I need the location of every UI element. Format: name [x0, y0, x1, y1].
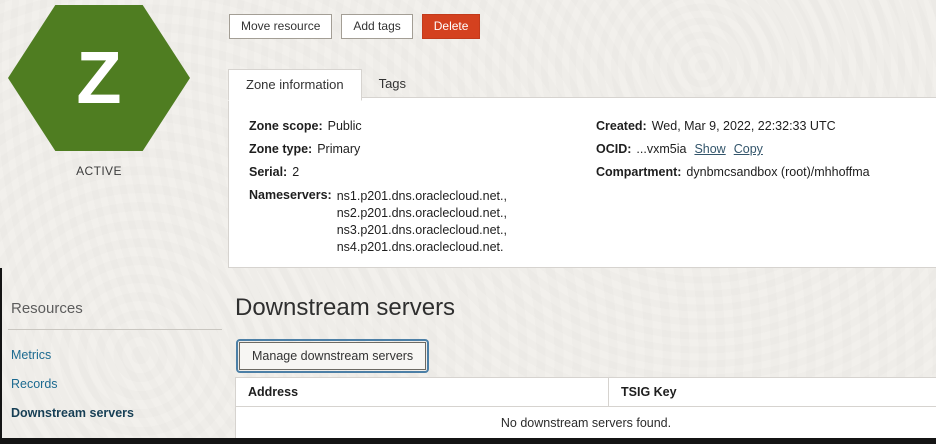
zone-details-page: Z ACTIVE Move resource Add tags Delete Z…	[0, 0, 936, 444]
zone-type-row: Zone type: Primary	[249, 142, 596, 156]
ocid-label: OCID:	[596, 142, 632, 156]
table-header-row: Address TSIG Key	[235, 377, 936, 406]
ocid-copy-link[interactable]: Copy	[734, 142, 763, 156]
zone-letter: Z	[76, 36, 122, 119]
resources-divider	[8, 329, 222, 330]
delete-button[interactable]: Delete	[421, 14, 481, 40]
sidebar-item-records[interactable]: Records	[11, 377, 134, 391]
nameservers-row: Nameservers: ns1.p201.dns.oraclecloud.ne…	[249, 188, 596, 256]
ocid-show-link[interactable]: Show	[694, 142, 725, 156]
table-empty-message: No downstream servers found.	[235, 406, 936, 441]
zone-info-left-column: Zone scope: Public Zone type: Primary Se…	[249, 119, 596, 267]
nameserver-line: ns2.p201.dns.oraclecloud.net.,	[336, 206, 507, 220]
ocid-value: ...vxm5ia	[636, 142, 687, 156]
nameservers-value: ns1.p201.dns.oraclecloud.net., ns2.p201.…	[337, 188, 507, 256]
compartment-row: Compartment: dynbmcsandbox (root)/mhhoff…	[596, 165, 936, 179]
zone-type-value: Primary	[317, 142, 361, 156]
window-left-edge	[0, 268, 2, 444]
zone-status-hexagon-icon: Z	[8, 5, 190, 151]
created-value: Wed, Mar 9, 2022, 22:32:33 UTC	[651, 119, 836, 133]
window-bottom-edge	[0, 438, 936, 444]
zone-info-right-column: Created: Wed, Mar 9, 2022, 22:32:33 UTC …	[596, 119, 936, 267]
move-resource-button[interactable]: Move resource	[229, 14, 333, 40]
compartment-value: dynbmcsandbox (root)/mhhoffma	[686, 165, 870, 179]
add-tags-button[interactable]: Add tags	[341, 14, 413, 40]
resources-list: Metrics Records Downstream servers	[11, 348, 134, 420]
zone-information-panel: Zone scope: Public Zone type: Primary Se…	[228, 97, 936, 268]
status-badge: ACTIVE	[76, 164, 122, 178]
compartment-label: Compartment:	[596, 165, 682, 179]
nameserver-line: ns1.p201.dns.oraclecloud.net.,	[336, 189, 507, 203]
tab-tags[interactable]: Tags	[362, 69, 423, 100]
tab-zone-information[interactable]: Zone information	[228, 69, 362, 101]
zone-scope-row: Zone scope: Public	[249, 119, 596, 133]
serial-row: Serial: 2	[249, 165, 596, 179]
manage-downstream-focus-ring: Manage downstream servers	[236, 339, 430, 373]
column-header-address: Address	[248, 385, 299, 399]
nameserver-line: ns3.p201.dns.oraclecloud.net.,	[336, 223, 507, 237]
page-title: Downstream servers	[235, 294, 456, 321]
serial-label: Serial:	[249, 165, 288, 179]
zone-scope-value: Public	[327, 119, 362, 133]
ocid-row: OCID: ...vxm5ia Show Copy	[596, 142, 936, 156]
toolbar: Move resource Add tags Delete	[229, 14, 481, 40]
resources-heading: Resources	[11, 300, 83, 317]
column-header-tsig-key: TSIG Key	[608, 378, 936, 406]
zone-scope-label: Zone scope:	[249, 119, 323, 133]
nameservers-label: Nameservers:	[249, 188, 332, 202]
downstream-servers-table: Address TSIG Key No downstream servers f…	[235, 377, 936, 441]
zone-type-label: Zone type:	[249, 142, 313, 156]
sidebar-item-downstream-servers[interactable]: Downstream servers	[11, 406, 134, 420]
manage-downstream-servers-button[interactable]: Manage downstream servers	[239, 342, 427, 370]
tab-bar: Zone information Tags	[228, 69, 423, 101]
created-row: Created: Wed, Mar 9, 2022, 22:32:33 UTC	[596, 119, 936, 133]
serial-value: 2	[292, 165, 300, 179]
nameserver-line: ns4.p201.dns.oraclecloud.net.	[336, 240, 504, 254]
created-label: Created:	[596, 119, 647, 133]
sidebar-item-metrics[interactable]: Metrics	[11, 348, 134, 362]
